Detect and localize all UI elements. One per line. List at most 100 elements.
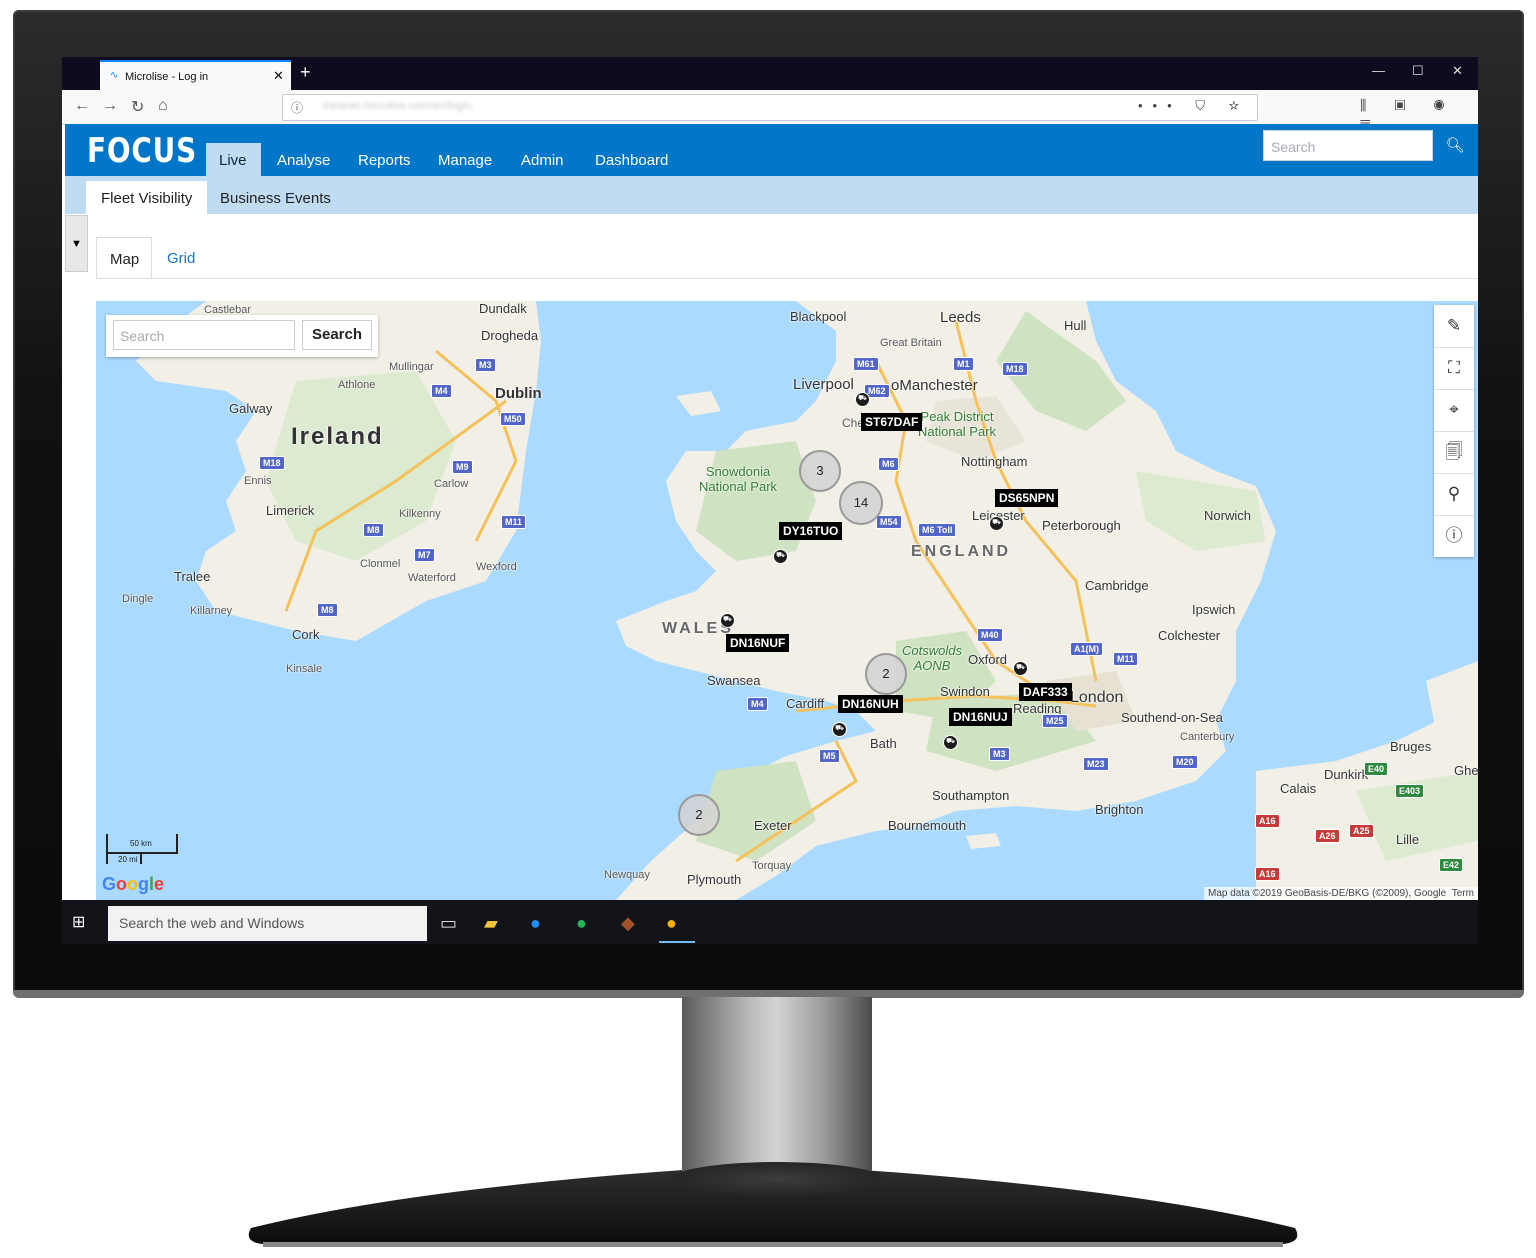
map-attribution: Map data ©2019 GeoBasis-DE/BKG (©2009), … — [1204, 887, 1478, 900]
nav-live[interactable]: Live — [206, 143, 261, 176]
app-header: FOCUS Live Analyse Reports Manage Admin … — [65, 124, 1478, 176]
nav-analyse[interactable]: Analyse — [264, 143, 343, 176]
road-shield: E40 — [1364, 762, 1389, 776]
locate-icon[interactable]: ⌖ — [1434, 389, 1474, 432]
map-search-button[interactable]: Search — [302, 320, 372, 350]
vehicle-label[interactable]: DY16TUO — [779, 522, 843, 540]
label-southampton: Southampton — [932, 788, 1010, 803]
back-icon[interactable]: ← — [74, 97, 90, 115]
new-tab-button[interactable]: + — [300, 62, 311, 83]
tab-map[interactable]: Map — [96, 237, 152, 278]
sub-nav: Fleet Visibility Business Events — [65, 176, 1478, 214]
road-shield: M50 — [500, 412, 526, 426]
nav-admin[interactable]: Admin — [508, 143, 577, 176]
tab-business-events[interactable]: Business Events — [205, 181, 346, 214]
road-shield: M3 — [475, 358, 496, 372]
map[interactable]: Castlebar Dundalk Drogheda Mullingar Ath… — [96, 301, 1478, 900]
truck-marker-icon[interactable]: ⛟ — [855, 392, 870, 407]
label-canterbury: Canterbury — [1180, 731, 1235, 743]
fullscreen-icon[interactable]: ⛶ — [1434, 347, 1474, 390]
windows-start-icon[interactable]: ⊞ — [72, 912, 85, 932]
label-manchester: oManchester — [891, 377, 978, 394]
label-dundalk: Dundalk — [479, 301, 527, 316]
taskbar-search-input[interactable]: Search the web and Windows — [108, 906, 427, 941]
home-icon[interactable]: ⌂ — [158, 97, 168, 115]
filter-icon[interactable]: ▼ — [65, 215, 88, 272]
truck-marker-icon[interactable]: ⛟ — [773, 549, 788, 564]
pencil-icon[interactable]: ✎ — [1434, 305, 1474, 348]
label-calais: Calais — [1280, 781, 1317, 796]
document-search-icon[interactable]: 🗐 — [1434, 431, 1474, 474]
label-clonmel: Clonmel — [360, 558, 401, 570]
truck-marker-icon[interactable]: ⛟ — [832, 722, 847, 737]
truck-marker-icon[interactable]: ⛟ — [720, 613, 735, 628]
map-search-input[interactable]: Search — [113, 320, 295, 350]
reload-icon[interactable]: ↻ — [131, 97, 144, 117]
label-newquay: Newquay — [604, 869, 650, 881]
vehicle-label[interactable]: DS65NPN — [995, 489, 1059, 507]
label-blackpool: Blackpool — [790, 309, 847, 324]
label-limerick: Limerick — [266, 503, 315, 518]
url-actions-icons[interactable]: ••• ⛉ ☆ — [1138, 98, 1249, 114]
label-dunkirk: Dunkirk — [1324, 767, 1369, 782]
truck-marker-icon[interactable]: ⛟ — [943, 735, 958, 750]
vehicle-label[interactable]: DN16NUF — [726, 634, 790, 652]
tab-fleet-visibility[interactable]: Fleet Visibility — [86, 181, 208, 214]
label-athlone: Athlone — [338, 379, 376, 391]
label-bournemouth: Bournemouth — [888, 818, 967, 833]
vehicle-cluster[interactable]: 14 — [839, 481, 883, 525]
road-shield: M54 — [876, 515, 902, 529]
active-app-indicator — [659, 941, 695, 943]
vehicle-label[interactable]: DN16NUH — [838, 695, 903, 713]
app-icon[interactable]: ◆ — [621, 913, 635, 934]
location-pin-icon[interactable]: ⚲ — [1434, 473, 1474, 516]
minimize-button[interactable]: — — [1372, 63, 1385, 78]
forward-icon[interactable]: → — [102, 97, 118, 115]
road-shield: M18 — [259, 456, 285, 470]
tab-close-icon[interactable]: ✕ — [273, 68, 284, 84]
close-window-button[interactable]: ✕ — [1452, 63, 1463, 79]
chrome-canary-icon[interactable]: ● — [666, 913, 677, 934]
label-exeter: Exeter — [754, 818, 792, 833]
info-icon[interactable]: ⓘ — [1434, 515, 1474, 557]
vehicle-cluster[interactable]: 2 — [865, 653, 907, 695]
info-icon[interactable]: ⓘ — [291, 99, 303, 116]
label-galway: Galway — [229, 401, 273, 416]
nav-manage[interactable]: Manage — [425, 143, 505, 176]
vehicle-cluster[interactable]: 3 — [799, 450, 841, 492]
label-ghent: Ghen — [1454, 763, 1478, 778]
spotify-icon[interactable]: ● — [576, 913, 587, 934]
terms-link[interactable]: Term — [1452, 888, 1474, 899]
browser-tabbar: ∿ Microlise - Log in ✕ + — ☐ ✕ — [62, 57, 1478, 90]
label-nottingham: Nottingham — [961, 454, 1028, 469]
nav-reports[interactable]: Reports — [345, 143, 424, 176]
google-logo: Google — [102, 874, 165, 894]
label-ipswich: Ipswich — [1192, 602, 1236, 617]
url-bar[interactable]: ⓘ intranet.microlise.com/en/login ••• ⛉ … — [282, 94, 1258, 121]
road-shield: A16 — [1255, 814, 1280, 828]
label-cardiff: Cardiff — [786, 696, 825, 711]
browser-tab[interactable]: ∿ Microlise - Log in ✕ — [100, 60, 291, 90]
label-leeds: Leeds — [940, 309, 981, 326]
messenger-icon[interactable]: ● — [530, 913, 541, 934]
maximize-button[interactable]: ☐ — [1412, 63, 1424, 79]
file-explorer-icon[interactable]: ▰ — [484, 913, 498, 934]
label-tralee: Tralee — [174, 569, 211, 584]
vehicle-label[interactable]: DAF333 — [1019, 683, 1072, 701]
truck-marker-icon[interactable]: ⛟ — [989, 516, 1004, 531]
vehicle-label[interactable]: DN16NUJ — [949, 708, 1012, 726]
label-great-britain: Great Britain — [880, 337, 942, 349]
nav-dashboard[interactable]: Dashboard — [582, 143, 681, 176]
label-cotswolds: Cotswolds AONB — [902, 643, 962, 673]
road-shield: E42 — [1439, 858, 1464, 872]
tab-grid[interactable]: Grid — [154, 237, 208, 278]
microlise-favicon-icon: ∿ — [110, 70, 119, 81]
vehicle-label[interactable]: ST67DAF — [861, 413, 923, 431]
truck-marker-icon[interactable]: ⛟ — [1013, 661, 1028, 676]
map-toolbar: ✎ ⛶ ⌖ 🗐 ⚲ ⓘ — [1434, 305, 1474, 557]
label-ireland: Ireland — [291, 423, 384, 450]
task-view-icon[interactable]: ▭ — [440, 913, 457, 934]
vehicle-cluster[interactable]: 2 — [678, 794, 720, 836]
search-button[interactable]: 🔍︎ — [1435, 130, 1475, 161]
app-search-input[interactable]: Search — [1263, 130, 1433, 161]
